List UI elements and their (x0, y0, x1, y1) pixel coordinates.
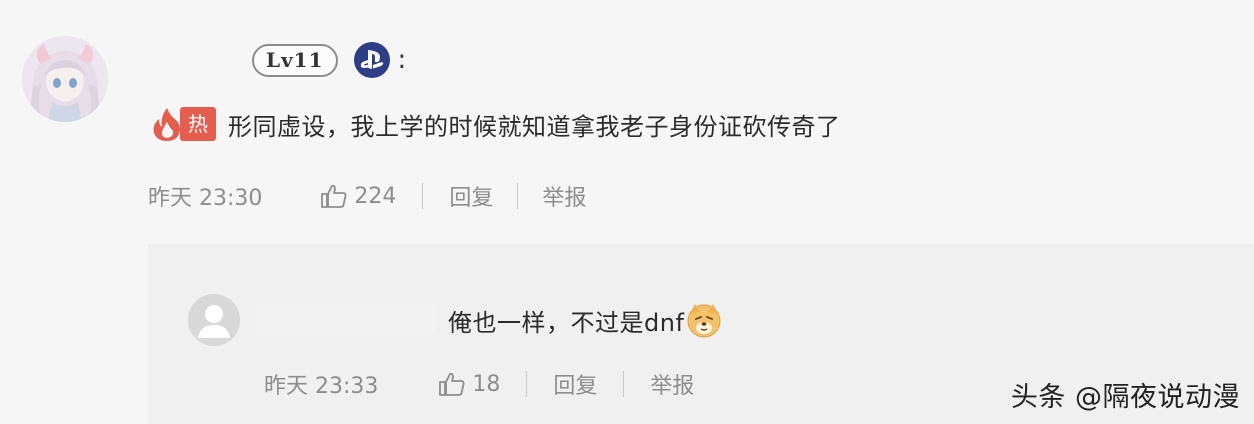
like-button[interactable]: 224 (320, 183, 396, 209)
reply-meta: 昨天 23:33 18 回复 举报 (264, 368, 694, 400)
reply-text: 俺也一样，不过是dnf (448, 308, 685, 337)
reply-report-button[interactable]: 举报 (650, 368, 694, 400)
comment-text: 形同虚设，我上学的时候就知道拿我老子身份证砍传奇了 (228, 112, 841, 141)
reply-button[interactable]: 回复 (449, 180, 493, 212)
reply-username-redacted (256, 304, 436, 334)
comment-meta: 昨天 23:30 224 回复 举报 (148, 180, 586, 212)
report-button[interactable]: 举报 (542, 180, 586, 212)
reply-reply-button[interactable]: 回复 (553, 368, 597, 400)
hot-badge: 热 (150, 106, 216, 142)
divider (517, 183, 519, 209)
like-count: 224 (354, 183, 397, 209)
anime-avatar-image (22, 36, 108, 122)
comment-body: 热 形同虚设，我上学的时候就知道拿我老子身份证砍传奇了 (150, 106, 841, 142)
user-avatar[interactable] (22, 36, 108, 122)
thumbs-up-icon (439, 372, 465, 396)
reply-like-count: 18 (472, 371, 501, 397)
comment-time: 昨天 23:30 (148, 186, 263, 211)
user-badges: Lv11 : (252, 42, 406, 78)
reply-like-button[interactable]: 18 (438, 371, 500, 397)
divider (623, 371, 625, 397)
divider (422, 183, 424, 209)
reply-body: 俺也一样，不过是dnf (448, 302, 722, 338)
comment-page: Lv11 : 热 形同虚设，我上学的时候就知道拿我老子身份证砍传奇了 昨天 23… (0, 0, 1254, 424)
divider (526, 371, 528, 397)
watermark-text: 头条 @隔夜说动漫 (1010, 382, 1240, 413)
name-colon: : (397, 45, 407, 75)
playstation-icon (353, 42, 390, 78)
reply-time: 昨天 23:33 (264, 374, 379, 399)
dog-emoji-icon (687, 304, 721, 338)
flame-icon (153, 108, 180, 141)
hot-label: 热 (180, 107, 216, 141)
thumbs-up-icon (321, 184, 347, 208)
default-avatar-icon (188, 294, 240, 346)
level-badge: Lv11 (252, 43, 338, 77)
reply-user-avatar[interactable] (188, 294, 240, 346)
